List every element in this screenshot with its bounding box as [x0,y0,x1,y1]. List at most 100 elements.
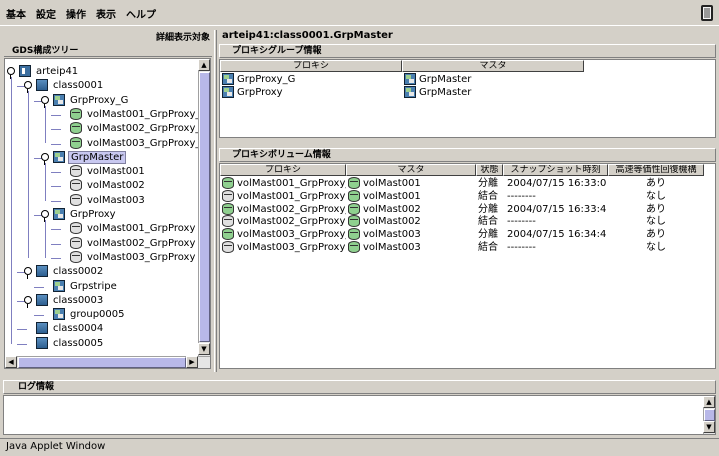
expand-toggle-icon[interactable] [24,295,32,308]
volume-icon [222,241,234,253]
proxy-cell[interactable]: volMast002_GrpProxy_G [222,202,346,216]
group-icon [404,86,416,98]
expand-toggle-icon[interactable] [24,81,32,94]
host-icon [19,65,31,77]
menu-basic[interactable]: 基本 [6,6,26,21]
scroll-down-icon[interactable]: ▼ [198,343,210,355]
menu-help[interactable]: ヘルプ [126,6,156,21]
master-cell[interactable]: GrpMaster [404,73,582,86]
snapshot-cell[interactable]: -------- [507,241,607,254]
tree-item[interactable]: group0005 [53,308,127,322]
log-scrollbar[interactable]: ▲ ▼ [703,396,715,434]
volume-icon [70,250,82,263]
col-master[interactable]: マスタ [402,60,584,72]
scroll-up-icon[interactable]: ▲ [198,59,210,71]
master-cell[interactable]: volMast001 [348,177,474,190]
snapshot-cell[interactable]: 2004/07/15 16:34:42 [507,228,607,241]
expand-toggle-icon[interactable] [7,67,15,79]
menu-settings[interactable]: 設定 [36,6,56,21]
cell-text: 2004/07/15 16:33:00 [507,178,607,189]
proxy-cell[interactable]: GrpProxy [222,86,400,99]
scroll-thumb[interactable] [199,72,210,342]
tree-item[interactable]: GrpMaster [53,150,127,165]
scroll-right-icon[interactable]: ▶ [186,356,198,368]
tree-item[interactable]: volMast001_GrpProxy_G [70,107,210,122]
tree-item[interactable]: volMast003_GrpProxy_G [70,136,210,151]
snapshot-cell[interactable]: -------- [507,190,607,203]
col-proxy[interactable]: プロキシ [220,164,346,176]
col-master[interactable]: マスタ [346,164,476,176]
scroll-left-icon[interactable]: ◀ [5,356,17,368]
master-cell[interactable]: volMast002 [348,202,474,216]
status-cell[interactable]: 結合 [478,215,504,228]
tree-vertical-scrollbar[interactable]: ▲ ▼ [198,59,210,356]
tree-item[interactable]: GrpProxy_G [53,93,130,108]
expand-toggle-icon[interactable] [24,267,32,280]
fast-recovery-cell[interactable]: あり [646,203,706,216]
tree-item-label: GrpProxy_G [70,94,129,106]
vertical-splitter[interactable] [214,30,217,372]
tree-item-label: volMast001 [87,166,145,178]
fast-recovery-cell[interactable]: あり [646,177,706,190]
master-cell[interactable]: volMast002 [348,215,474,228]
tree-item[interactable]: class0001 [36,79,105,93]
master-cell[interactable]: GrpMaster [404,86,582,99]
fast-recovery-cell[interactable]: なし [646,241,706,254]
proxy-cell[interactable]: volMast001_GrpProxy [222,189,346,203]
scroll-thumb[interactable] [704,409,715,421]
cell-text: volMast001_GrpProxy_G [237,178,346,189]
log-area[interactable]: ▲ ▼ [3,395,716,435]
tree-item[interactable]: volMast003 [70,193,147,208]
proxy-cell[interactable]: volMast002_GrpProxy [222,215,346,228]
scroll-up-icon[interactable]: ▲ [703,396,715,408]
tree-item[interactable]: class0004 [36,322,105,336]
tree-item[interactable]: volMast002_GrpProxy [70,236,197,251]
tree-item[interactable]: class0002 [36,265,105,279]
hscroll-thumb[interactable] [18,357,186,368]
status-cell[interactable]: 分離 [478,203,504,216]
master-cell[interactable]: volMast003 [348,241,474,254]
snapshot-cell[interactable]: 2004/07/15 16:33:40 [507,203,607,216]
status-cell[interactable]: 分離 [478,228,504,241]
snapshot-cell[interactable]: 2004/07/15 16:33:00 [507,177,607,190]
col-fast-recovery[interactable]: 高速等価性回復機構 [608,164,704,176]
proxy-cell[interactable]: volMast003_GrpProxy_G [222,228,346,241]
status-cell[interactable]: 結合 [478,190,504,203]
expand-toggle-icon[interactable] [41,95,49,108]
status-cell[interactable]: 結合 [478,241,504,254]
tree-item[interactable]: class0003 [36,293,105,308]
proxy-cell[interactable]: GrpProxy_G [222,73,400,86]
tree-horizontal-scrollbar[interactable]: ◀ ▶ [5,356,210,368]
fast-recovery-cell[interactable]: なし [646,190,706,203]
col-status[interactable]: 状態 [476,164,503,176]
proxy-cell[interactable]: volMast001_GrpProxy_G [222,177,346,190]
fast-recovery-cell[interactable]: あり [646,228,706,241]
tree-item[interactable]: GrpProxy [53,208,118,222]
proxy-cell[interactable]: volMast003_GrpProxy [222,241,346,254]
master-cell[interactable]: volMast001 [348,189,474,203]
tree-item[interactable]: volMast001_GrpProxy [70,222,197,236]
master-cell[interactable]: volMast003 [348,228,474,241]
menu-operation[interactable]: 操作 [66,6,86,21]
cell-text: あり [646,203,666,215]
config-tree[interactable]: arteip41 class0001 GrpProxy_G volMast001_Gr… [4,58,211,369]
volume-icon [70,165,82,178]
expand-toggle-icon[interactable] [41,210,49,222]
scroll-down-icon[interactable]: ▼ [703,421,715,433]
col-proxy[interactable]: プロキシ [220,60,402,72]
volume-icon [348,228,360,241]
tree-item[interactable]: volMast002_GrpProxy_G [70,122,210,136]
tree-item[interactable]: Grpstripe [53,279,119,294]
tree-item[interactable]: volMast003_GrpProxy [70,250,197,265]
col-snapshot-time[interactable]: スナップショット時刻 [503,164,608,176]
volume-icon [222,228,234,241]
status-cell[interactable]: 分離 [478,177,504,190]
tree-item[interactable]: class0005 [36,336,105,351]
menu-view[interactable]: 表示 [96,6,116,21]
snapshot-cell[interactable]: -------- [507,215,607,228]
tree-item[interactable]: arteip41 [19,65,80,79]
tree-item[interactable]: volMast001 [70,165,147,179]
expand-toggle-icon[interactable] [41,152,49,165]
fast-recovery-cell[interactable]: なし [646,215,706,228]
tree-item[interactable]: volMast002 [70,179,147,193]
